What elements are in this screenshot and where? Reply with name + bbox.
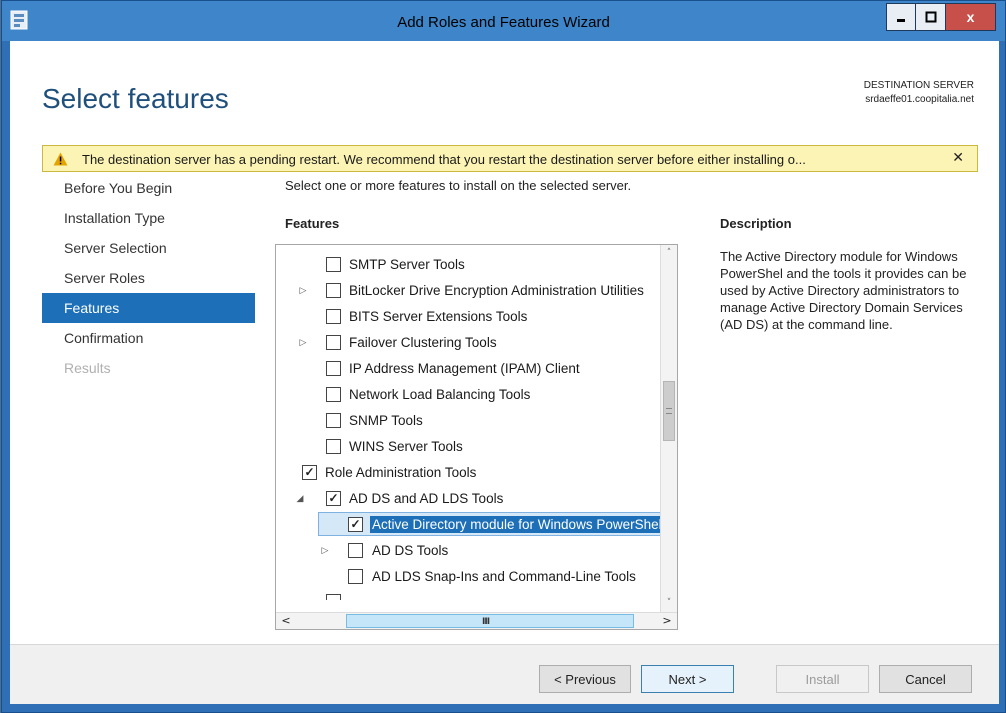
horizontal-scrollbar[interactable]: < III > [276, 612, 677, 629]
tree-item-partial [276, 588, 661, 600]
tree-item-ad-ds-tools[interactable]: ▷ AD DS Tools [276, 537, 661, 563]
nav-before-you-begin[interactable]: Before You Begin [42, 173, 255, 203]
tree-item-label: SMTP Server Tools [349, 256, 465, 272]
checkbox[interactable] [326, 334, 341, 350]
description-text: The Active Directory module for Windows … [720, 249, 967, 332]
nav-results: Results [64, 360, 111, 376]
wizard-nav: Before You Begin Installation Type Serve… [42, 173, 255, 383]
minimize-icon [897, 19, 905, 22]
horizontal-scroll-thumb[interactable]: III [346, 614, 634, 628]
features-tree[interactable]: SMTP Server Tools ▷ BitLocker Drive Encr… [275, 244, 678, 630]
window-title: Add Roles and Features Wizard [397, 14, 610, 31]
tree-item-label: BITS Server Extensions Tools [349, 308, 528, 324]
tree-item-label: AD LDS Snap-Ins and Command-Line Tools [372, 568, 636, 584]
checkbox[interactable] [348, 542, 363, 558]
grip-icon: III [482, 617, 490, 627]
tree-item-failover-clustering-tools[interactable]: ▷ Failover Clustering Tools [276, 329, 661, 355]
instruction-text: Select one or more features to install o… [285, 178, 632, 193]
wizard-client: Select features DESTINATION SERVER srdae… [10, 41, 999, 704]
close-button[interactable]: x [946, 3, 996, 31]
window-controls: x [886, 3, 996, 31]
tree-item-label: AD DS and AD LDS Tools [349, 490, 504, 506]
vertical-scroll-thumb[interactable] [663, 381, 675, 441]
destination-value: srdaeffe01.coopitalia.net [865, 94, 974, 105]
tree-item-label: WINS Server Tools [349, 438, 463, 454]
tree-item-label: SNMP Tools [349, 412, 423, 428]
collapse-triangle-icon[interactable]: ◢ [295, 493, 305, 503]
checkbox-checked[interactable]: ✓ [348, 516, 363, 532]
expand-chevron-icon[interactable]: ▷ [298, 337, 308, 347]
minimize-button[interactable] [886, 3, 916, 31]
maximize-icon [925, 11, 936, 23]
tree-item-label: Active Directory module for Windows Powe… [370, 515, 667, 533]
warning-text: The destination server has a pending res… [82, 152, 806, 167]
warning-icon [53, 152, 68, 166]
tree-item-smtp-server-tools[interactable]: SMTP Server Tools [276, 251, 661, 277]
title-bar[interactable]: Add Roles and Features Wizard x [2, 1, 1005, 41]
wizard-window: Add Roles and Features Wizard x Select f… [1, 0, 1006, 713]
tree-item-ad-lds-snapins[interactable]: AD LDS Snap-Ins and Command-Line Tools [276, 563, 661, 589]
description-heading: Description [720, 216, 792, 231]
cancel-button[interactable]: Cancel [879, 665, 972, 693]
tree-item-role-administration-tools[interactable]: ✓ Role Administration Tools [276, 459, 661, 485]
nav-server-selection[interactable]: Server Selection [42, 233, 255, 263]
nav-confirmation[interactable]: Confirmation [42, 323, 255, 353]
checkbox[interactable] [326, 386, 341, 402]
previous-button[interactable]: < Previous [539, 665, 631, 693]
tree-item-bits-server-extensions[interactable]: BITS Server Extensions Tools [276, 303, 661, 329]
nav-installation-type[interactable]: Installation Type [42, 203, 255, 233]
tree-item-label: Role Administration Tools [325, 464, 477, 480]
scroll-right-icon[interactable]: > [659, 613, 675, 629]
scroll-down-icon[interactable]: ˅ [661, 595, 677, 612]
checkbox[interactable] [348, 568, 363, 584]
tree-item-label: Network Load Balancing Tools [349, 386, 531, 402]
tree-item-label: AD DS Tools [372, 542, 449, 558]
tree-item-wins-server-tools[interactable]: WINS Server Tools [276, 433, 661, 459]
tree-item-ad-powershell-module[interactable]: ✓ Active Directory module for Windows Po… [276, 511, 667, 537]
destination-label: DESTINATION SERVER [863, 80, 974, 91]
next-button[interactable]: Next > [641, 665, 734, 693]
pending-restart-warning: The destination server has a pending res… [42, 145, 978, 172]
close-icon: x [966, 9, 975, 25]
nav-features[interactable]: Features [42, 293, 255, 323]
vertical-scrollbar[interactable]: ˄ ˅ [660, 245, 677, 629]
destination-server: DESTINATION SERVER srdaeffe01.coopitalia… [864, 79, 974, 107]
nav-server-roles[interactable]: Server Roles [42, 263, 255, 293]
tree-item-bitlocker-tools[interactable]: ▷ BitLocker Drive Encryption Administrat… [276, 277, 661, 303]
checkbox [326, 594, 341, 600]
scroll-left-icon[interactable]: < [278, 613, 294, 629]
maximize-button[interactable] [916, 3, 946, 31]
tree-item-label: BitLocker Drive Encryption Administratio… [349, 282, 644, 298]
tree-item-ad-ds-and-ad-lds-tools[interactable]: ◢ ✓ AD DS and AD LDS Tools [276, 485, 661, 511]
checkbox[interactable] [326, 256, 341, 272]
warning-close-icon[interactable]: ✕ [952, 150, 964, 166]
tree-item-label: IP Address Management (IPAM) Client [349, 360, 580, 376]
expand-chevron-icon[interactable]: ▷ [320, 545, 330, 555]
checkbox-checked[interactable]: ✓ [302, 464, 317, 480]
scroll-up-icon[interactable]: ˄ [661, 245, 677, 262]
tree-item-ipam-client[interactable]: IP Address Management (IPAM) Client [276, 355, 661, 381]
wizard-footer: < Previous Next > Install Cancel [10, 644, 999, 704]
checkbox-checked[interactable]: ✓ [326, 490, 341, 506]
checkbox[interactable] [326, 360, 341, 376]
checkbox[interactable] [326, 412, 341, 428]
grip-icon [666, 408, 672, 414]
checkbox[interactable] [326, 282, 341, 298]
tree-item-network-load-balancing-tools[interactable]: Network Load Balancing Tools [276, 381, 661, 407]
checkbox[interactable] [326, 308, 341, 324]
page-title: Select features [42, 83, 229, 114]
checkbox[interactable] [326, 438, 341, 454]
expand-chevron-icon[interactable]: ▷ [298, 285, 308, 295]
install-button: Install [776, 665, 869, 693]
features-heading: Features [285, 216, 340, 231]
tree-item-label: Failover Clustering Tools [349, 334, 497, 350]
tree-item-snmp-tools[interactable]: SNMP Tools [276, 407, 661, 433]
